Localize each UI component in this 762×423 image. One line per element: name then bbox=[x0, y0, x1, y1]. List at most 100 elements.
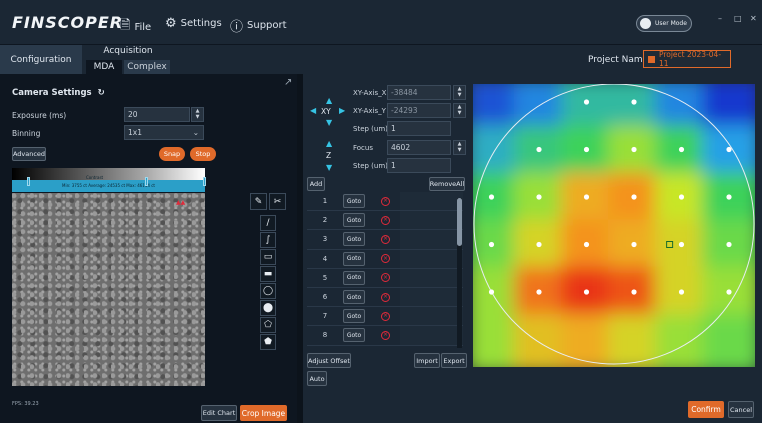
delete-icon[interactable]: × bbox=[381, 234, 390, 244]
position-point[interactable] bbox=[536, 194, 542, 200]
position-point[interactable] bbox=[583, 99, 590, 105]
advanced-button[interactable]: Advanced bbox=[12, 147, 46, 161]
focus-stepper[interactable]: ▲ ▼ bbox=[453, 140, 466, 155]
stepper-down-icon[interactable]: ▼ bbox=[458, 148, 462, 153]
position-point[interactable] bbox=[583, 194, 590, 200]
goto-button[interactable]: Goto bbox=[343, 290, 365, 305]
delete-icon[interactable]: × bbox=[381, 196, 390, 206]
rectangle-outline-icon[interactable]: ▭ bbox=[260, 249, 276, 265]
stop-button[interactable]: Stop bbox=[190, 147, 216, 161]
arrow-right-icon[interactable]: ▶ bbox=[339, 106, 345, 115]
circle-outline-icon[interactable]: ◯ bbox=[260, 283, 276, 299]
stepper-up-icon[interactable]: ▲ bbox=[458, 104, 462, 110]
freehand-tool-icon[interactable]: ∫ bbox=[260, 232, 276, 248]
goto-button[interactable]: Goto bbox=[343, 232, 365, 247]
goto-button[interactable]: Goto bbox=[343, 328, 365, 343]
pencil-icon[interactable]: ✎ bbox=[250, 193, 267, 210]
cancel-button[interactable]: Cancel bbox=[728, 401, 754, 418]
menu-file[interactable]: 🗎 File bbox=[120, 16, 151, 38]
add-position-button[interactable]: Add bbox=[307, 177, 325, 191]
contrast-end-handle[interactable] bbox=[203, 177, 206, 186]
menu-settings[interactable]: ⚙ Settings bbox=[165, 16, 222, 31]
step-z-input[interactable]: 1 bbox=[387, 158, 451, 173]
export-button[interactable]: Export bbox=[441, 353, 467, 368]
contrast-max-handle[interactable] bbox=[145, 177, 148, 186]
goto-button[interactable]: Goto bbox=[343, 213, 365, 228]
project-name-field[interactable]: Project 2023-04-11 bbox=[643, 50, 731, 68]
position-point[interactable] bbox=[488, 289, 495, 295]
line-tool-icon[interactable]: ∕ bbox=[260, 215, 276, 231]
position-point[interactable] bbox=[631, 99, 637, 105]
goto-button[interactable]: Goto bbox=[343, 251, 365, 266]
contrast-gradient[interactable] bbox=[12, 168, 205, 180]
expand-icon[interactable]: ↗ bbox=[284, 77, 292, 88]
well-heatmap[interactable] bbox=[473, 84, 755, 367]
goto-button[interactable]: Goto bbox=[343, 194, 365, 209]
stepper-down-icon[interactable]: ▼ bbox=[196, 115, 200, 120]
delete-icon[interactable]: × bbox=[381, 330, 390, 340]
position-point[interactable] bbox=[536, 289, 542, 295]
crop-image-button[interactable]: Crop Image bbox=[240, 405, 287, 421]
position-point[interactable] bbox=[583, 241, 590, 248]
circle-filled-icon[interactable]: ⬤ bbox=[260, 300, 276, 316]
delete-icon[interactable]: × bbox=[381, 254, 390, 264]
position-point[interactable] bbox=[678, 194, 685, 200]
import-button[interactable]: Import bbox=[414, 353, 440, 368]
delete-icon[interactable]: × bbox=[381, 292, 390, 302]
exposure-stepper[interactable]: ▲ ▼ bbox=[191, 107, 204, 122]
position-point[interactable] bbox=[536, 241, 542, 248]
maximize-icon[interactable]: □ bbox=[734, 14, 742, 23]
z-down-icon[interactable]: ▼ bbox=[326, 163, 332, 172]
focus-input[interactable]: 4602 bbox=[387, 140, 451, 155]
polygon-filled-icon[interactable]: ⬟ bbox=[260, 334, 276, 350]
tab-configuration[interactable]: Configuration bbox=[0, 45, 82, 75]
stepper-up-icon[interactable]: ▲ bbox=[458, 86, 462, 92]
x-axis-input[interactable]: -38484 bbox=[387, 85, 451, 100]
y-axis-stepper[interactable]: ▲ ▼ bbox=[453, 103, 466, 118]
auto-button[interactable]: Auto bbox=[307, 371, 327, 386]
position-point[interactable] bbox=[631, 194, 637, 200]
contrast-min-handle[interactable] bbox=[27, 177, 30, 186]
delete-icon[interactable]: × bbox=[381, 311, 390, 321]
tab-complex[interactable]: Complex bbox=[124, 60, 170, 75]
position-point[interactable] bbox=[678, 241, 685, 248]
menu-support[interactable]: ⓘ Support bbox=[230, 16, 287, 35]
close-icon[interactable]: ✕ bbox=[750, 14, 757, 23]
x-axis-stepper[interactable]: ▲ ▼ bbox=[453, 85, 466, 100]
goto-button[interactable]: Goto bbox=[343, 309, 365, 324]
position-point[interactable] bbox=[726, 194, 732, 200]
tab-acquisition[interactable]: Acquisition bbox=[86, 45, 170, 59]
position-point[interactable] bbox=[488, 194, 495, 200]
position-point[interactable] bbox=[631, 289, 637, 295]
stepper-down-icon[interactable]: ▼ bbox=[458, 111, 462, 116]
goto-button[interactable]: Goto bbox=[343, 270, 365, 285]
snap-button[interactable]: Snap bbox=[159, 147, 185, 161]
confirm-button[interactable]: Confirm bbox=[688, 401, 724, 418]
position-point[interactable] bbox=[583, 289, 590, 295]
user-mode-toggle[interactable]: User Mode bbox=[636, 15, 692, 32]
arrow-up-icon[interactable]: ▲ bbox=[326, 96, 332, 105]
stepper-up-icon[interactable]: ▲ bbox=[196, 108, 200, 114]
delete-icon[interactable]: × bbox=[381, 273, 390, 283]
position-point[interactable] bbox=[488, 241, 495, 248]
step-xy-input[interactable]: 1 bbox=[387, 121, 451, 136]
tab-mda[interactable]: MDA bbox=[86, 60, 122, 75]
edit-chart-button[interactable]: Edit Chart bbox=[201, 405, 237, 421]
position-point[interactable] bbox=[536, 146, 542, 153]
camera-preview-image[interactable] bbox=[12, 193, 205, 386]
exposure-input[interactable]: 20 bbox=[124, 107, 190, 122]
position-point[interactable] bbox=[631, 241, 637, 248]
stepper-down-icon[interactable]: ▼ bbox=[458, 93, 462, 98]
arrow-down-icon[interactable]: ▼ bbox=[326, 118, 332, 127]
scrollbar-thumb[interactable] bbox=[457, 198, 462, 246]
position-point[interactable] bbox=[726, 146, 732, 153]
position-point[interactable] bbox=[583, 146, 590, 153]
z-up-icon[interactable]: ▲ bbox=[326, 139, 332, 148]
position-point[interactable] bbox=[726, 241, 732, 248]
rectangle-filled-icon[interactable]: ▬ bbox=[260, 266, 276, 282]
stepper-up-icon[interactable]: ▲ bbox=[458, 141, 462, 147]
delete-icon[interactable]: × bbox=[381, 215, 390, 225]
minimize-icon[interactable]: – bbox=[718, 14, 722, 23]
binning-select[interactable]: 1x1 ⌄ bbox=[124, 125, 204, 140]
polygon-outline-icon[interactable]: ⬠ bbox=[260, 317, 276, 333]
